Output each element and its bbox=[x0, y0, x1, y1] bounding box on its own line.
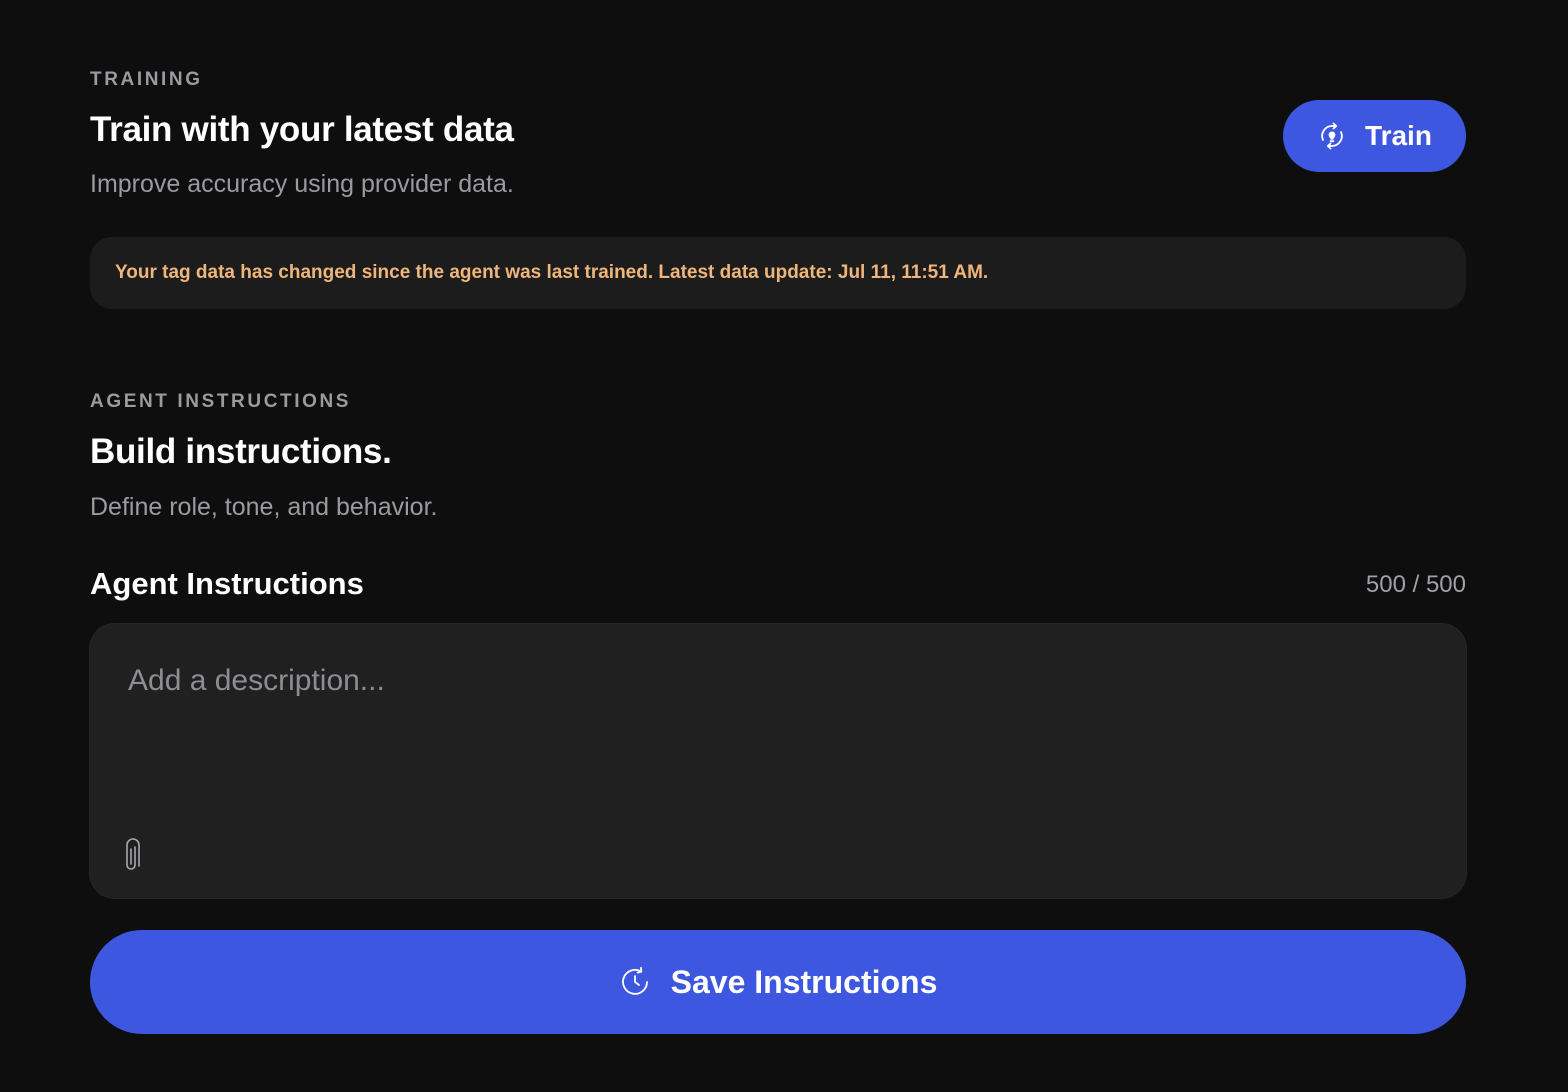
instructions-title: Build instructions. bbox=[90, 432, 392, 471]
agent-instructions-label: Agent Instructions bbox=[90, 566, 364, 601]
train-button[interactable]: Train bbox=[1283, 100, 1466, 172]
training-title: Train with your latest data bbox=[90, 110, 514, 149]
paperclip-icon bbox=[126, 838, 140, 870]
training-outdated-notice: Your tag data has changed since the agen… bbox=[90, 237, 1466, 309]
notice-text: Your tag data has changed since the agen… bbox=[115, 262, 989, 283]
instructions-input-container bbox=[89, 623, 1467, 899]
char-counter: 500 / 500 bbox=[1365, 571, 1466, 598]
instructions-eyebrow: AGENT INSTRUCTIONS bbox=[90, 391, 352, 412]
training-subtitle: Improve accuracy using provider data. bbox=[90, 170, 514, 198]
agent-settings-page: TRAINING Train with your latest data Imp… bbox=[0, 0, 1568, 1092]
save-instructions-label: Save Instructions bbox=[670, 963, 938, 1000]
clock-refresh-icon bbox=[621, 966, 648, 995]
instructions-textarea[interactable] bbox=[128, 664, 1428, 834]
save-instructions-button[interactable]: Save Instructions bbox=[90, 930, 1466, 1034]
attach-file-button[interactable] bbox=[118, 838, 148, 876]
instructions-subtitle: Define role, tone, and behavior. bbox=[90, 493, 438, 521]
train-button-label: Train bbox=[1365, 120, 1432, 151]
training-eyebrow: TRAINING bbox=[90, 69, 203, 90]
refresh-bulb-icon bbox=[1321, 122, 1343, 150]
